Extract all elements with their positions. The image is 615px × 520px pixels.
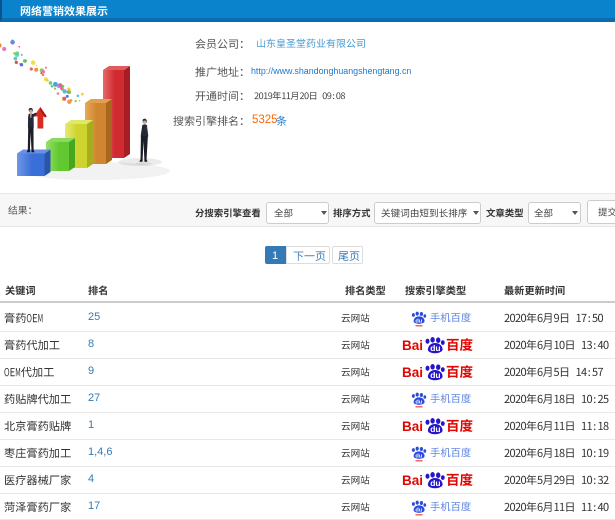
svg-text:du: du bbox=[415, 399, 422, 405]
svg-text:Bai: Bai bbox=[402, 338, 423, 353]
svg-text:du: du bbox=[415, 318, 422, 324]
svg-text:du: du bbox=[415, 453, 422, 459]
svg-text:Bai: Bai bbox=[402, 365, 423, 380]
svg-text:Bai: Bai bbox=[402, 419, 423, 434]
svg-text:Bai: Bai bbox=[402, 473, 423, 488]
svg-text:du: du bbox=[430, 343, 440, 353]
svg-text:du: du bbox=[430, 424, 440, 434]
svg-text:du: du bbox=[415, 507, 422, 513]
svg-text:du: du bbox=[430, 370, 440, 380]
svg-text:du: du bbox=[430, 478, 440, 488]
